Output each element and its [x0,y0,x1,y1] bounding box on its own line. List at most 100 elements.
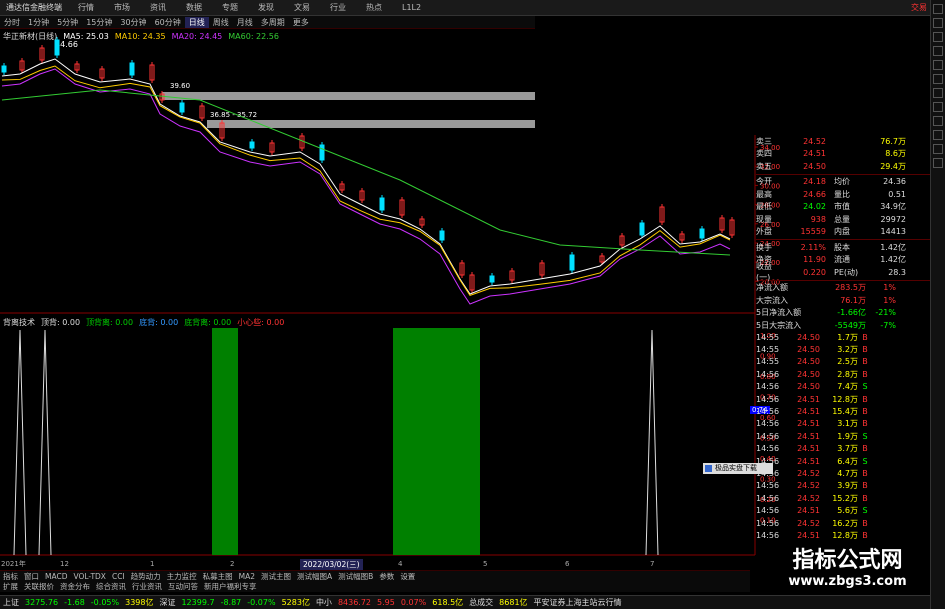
indicator-tab[interactable]: 测试主图 [258,571,294,582]
tool-icon[interactable] [933,18,943,28]
indicator-tab[interactable]: CCI [109,572,128,581]
indicator-tabs: 指标 窗口 MACD VOL-TDX CCI 趋势动力 主力监控 私募主图 MA2 测试主图 测试幅… [0,570,750,581]
stat-label: 今开 [756,177,772,187]
indicator-tab[interactable]: 窗口 [21,571,42,582]
stat-label: 现量 [756,214,772,224]
tool-icon[interactable] [933,102,943,112]
tick-row: 14:56 24.52 4.7万 B [756,467,930,479]
candlesticks [1,37,735,293]
tool-icon[interactable] [933,46,943,56]
indicator-tab[interactable]: 设置 [397,571,418,582]
tick-side: S [862,506,868,516]
order-volume: 8.6万 [885,149,906,159]
stat-label: 股本 [834,242,850,252]
indicator-tab[interactable]: 趋势动力 [128,571,164,582]
tool-icon[interactable] [933,60,943,70]
candle-body [319,144,325,161]
tick-side: B [862,518,868,528]
tick-row: 14:55 24.50 2.5万 B [756,356,930,368]
extension-tab[interactable]: 综合资讯 [93,581,129,592]
indicator-tab[interactable]: MACD [42,572,70,581]
tick-price: 24.51 [797,530,820,540]
candle-body [1,65,7,73]
server-name[interactable]: 平安证券上海主站云行情 [531,597,625,608]
indicator-tab[interactable]: 指标 [0,571,21,582]
stat-value: 24.02 [803,202,826,212]
stat-row: 换手 2.11% 股本 1.42亿 [756,241,930,254]
extension-tab[interactable]: 行业资讯 [129,581,165,592]
tick-volume: 12.8万 [832,530,858,540]
tick-price: 24.52 [797,481,820,491]
candle-body [489,275,495,283]
flow-pct: 1% [883,283,896,293]
tool-icon[interactable] [933,4,943,14]
order-level: 卖三 [756,136,772,146]
stat-value: 24.66 [803,189,826,199]
tick-volume: 3.9万 [837,481,858,491]
tick-time: 14:56 [756,481,780,491]
tool-icon[interactable] [933,158,943,168]
right-toolbar [930,0,945,609]
stat-label: 总量 [834,214,850,224]
watermark-url: www.zbgs3.com [788,574,907,589]
box1-label: 39.60 [170,82,190,90]
flow-label: 净流入额 [756,283,788,293]
indicator-tab[interactable]: 参数 [376,571,397,582]
extension-tab[interactable]: 新用户福利专享 [201,581,260,592]
extension-tab[interactable]: 互动问答 [165,581,201,592]
tick-side: B [862,419,868,429]
tick-price: 24.52 [797,493,820,503]
stat-label: 收益(一) [756,262,772,283]
tool-icon[interactable] [933,144,943,154]
tick-time: 14:56 [756,530,780,540]
tick-row: 14:55 24.50 3.2万 B [756,343,930,355]
indicator-tab[interactable]: MA2 [236,572,258,581]
stat-value: 0.51 [888,189,906,199]
tick-volume: 3.7万 [837,444,858,454]
sz-amt: 5283亿 [281,598,310,607]
stat-value: 14413 [880,227,906,237]
stat-label: 流通 [834,255,850,265]
order-volume: 76.7万 [880,136,906,146]
stat-label: 量比 [834,189,850,199]
extension-tab[interactable]: 资金分布 [57,581,93,592]
order-volume: 29.4万 [880,161,906,171]
sz-val: 12399.7 [181,598,215,607]
sh-name[interactable]: 上证 [0,597,22,608]
tick-volume: 6.4万 [837,456,858,466]
tool-icon[interactable] [933,130,943,140]
candle-body [569,254,575,271]
sz-chg: -8.87 [220,598,242,607]
indicator-tab[interactable]: VOL-TDX [70,572,108,581]
ind-val: 小心些: 0.00 [237,317,285,327]
indicator-tab[interactable]: 测试幅图A [294,571,335,582]
extension-tab[interactable]: 关联报价 [21,581,57,592]
tool-icon[interactable] [933,88,943,98]
tick-price: 24.50 [797,332,820,342]
tool-icon[interactable] [933,74,943,84]
tick-row: 14:56 24.51 12.8万 B [756,529,930,541]
tick-price: 24.50 [797,382,820,392]
tool-icon[interactable] [933,116,943,126]
ind-val: 底背: 0.00 [139,317,179,327]
sz-name[interactable]: 深证 [156,597,178,608]
stat-value: 1.42亿 [880,242,906,252]
extension-tab[interactable]: 扩展 [0,581,21,592]
tick-price: 24.51 [797,431,820,441]
indicator-tab[interactable]: 主力监控 [164,571,200,582]
indicator-tab[interactable]: 测试幅图B [335,571,376,582]
stat-value: 24.18 [803,177,826,187]
sh-chg: -1.68 [64,598,85,607]
stat-value: 11.90 [803,255,826,265]
tick-side: S [862,382,868,392]
tick-volume: 12.8万 [832,394,858,404]
ma10-line [1,65,731,296]
tool-icon[interactable] [933,32,943,42]
tick-price: 24.51 [797,394,820,404]
indicator-tab[interactable]: 私募主图 [200,571,236,582]
signal-spike [13,329,27,556]
ind-name[interactable]: 背离技术 [0,317,38,328]
flow-label: 5日大宗流入 [756,320,802,330]
order-price: 24.51 [803,149,826,159]
zx-name[interactable]: 中小 [313,597,335,608]
